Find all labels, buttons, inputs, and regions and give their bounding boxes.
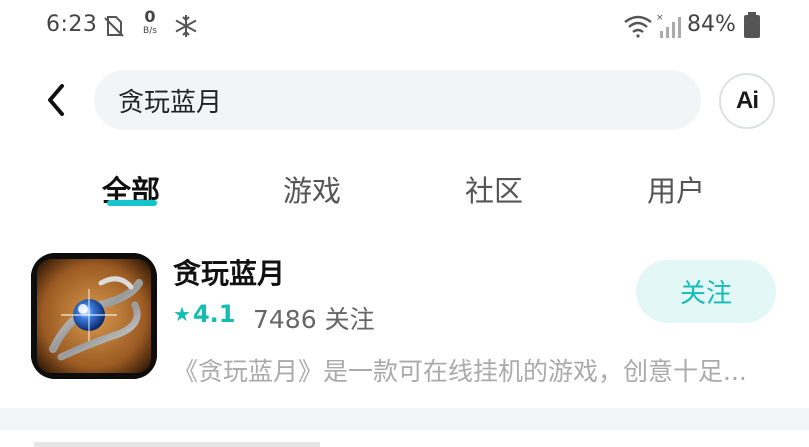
result-item[interactable]: 贪玩蓝月 ★ 4.1 7486 关注 关注 《贪玩蓝月》是一款可在线挂机的游戏，… xyxy=(0,240,809,405)
app-name[interactable]: 贪玩蓝月 xyxy=(173,252,285,292)
net-speed-unit: B/s xyxy=(143,26,157,36)
follower-count: 7486 关注 xyxy=(253,305,375,334)
svg-text:×: × xyxy=(656,13,664,23)
network-speed: 0 B/s xyxy=(138,7,162,37)
search-tabs: 全部 游戏 社区 用户 xyxy=(0,160,809,220)
section-divider xyxy=(0,408,809,430)
tab-games[interactable]: 游戏 xyxy=(283,168,341,210)
back-button[interactable] xyxy=(34,78,78,122)
battery-percent: 84% xyxy=(687,12,736,37)
signal-icon: × xyxy=(656,12,684,44)
star-icon: ★ xyxy=(173,302,191,326)
tab-users[interactable]: 用户 xyxy=(647,168,705,210)
next-result-partial xyxy=(0,430,809,447)
status-time: 6:23 xyxy=(46,12,98,37)
rating-value: 4.1 xyxy=(192,300,236,328)
search-input[interactable] xyxy=(118,70,678,130)
active-tab-indicator xyxy=(107,200,157,206)
app-icon[interactable] xyxy=(31,253,157,379)
net-speed-value: 0 xyxy=(144,7,156,26)
status-bar: 6:23 0 B/s × 84% xyxy=(0,0,809,52)
wifi-icon xyxy=(623,14,653,42)
battery-icon xyxy=(743,11,761,43)
ai-label: Ai xyxy=(736,87,759,114)
next-result-edge xyxy=(34,442,320,447)
snowflake-icon xyxy=(173,13,199,43)
no-sim-icon xyxy=(102,14,126,42)
app-description: 《贪玩蓝月》是一款可在线挂机的游戏，创意十足... xyxy=(173,357,747,386)
tab-community[interactable]: 社区 xyxy=(465,168,523,210)
ai-button[interactable]: Ai xyxy=(719,73,775,129)
follow-button[interactable]: 关注 xyxy=(636,260,776,323)
chevron-left-icon xyxy=(48,84,64,116)
search-box xyxy=(94,70,701,130)
app-rating: ★ 4.1 xyxy=(173,300,235,328)
